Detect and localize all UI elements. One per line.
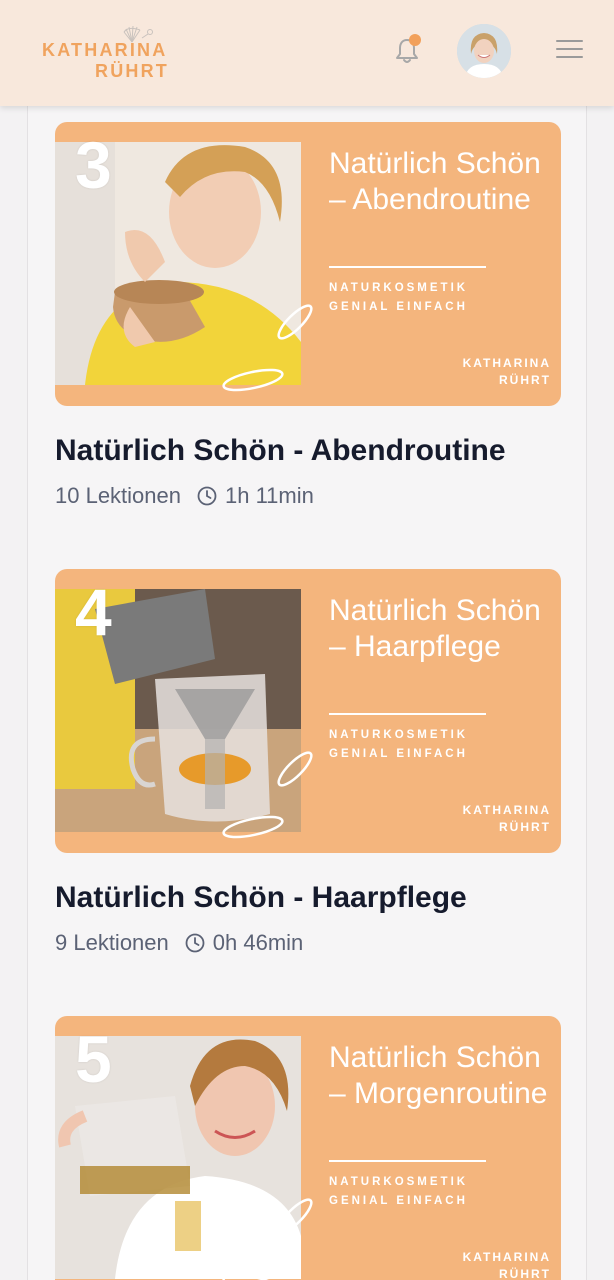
course-title[interactable]: Natürlich Schön - Haarpflege [55,881,467,915]
brand-line2: RÜHRT [499,1267,551,1280]
course-card[interactable]: 3 Natürlich Schön – Abendroutine NATURKO… [55,122,561,508]
course-duration: 1h 11min [225,483,314,508]
clock-icon [185,933,205,953]
course-card[interactable]: 5 Natürlich Schön – Morgenroutine NATURK… [55,1016,561,1280]
course-thumbnail[interactable]: 4 Natürlich Schön – Haarpflege NATURKOSM… [55,569,561,853]
decorative-ovals [222,751,313,839]
brand-line2: RÜHRT [499,373,551,387]
hamburger-menu-icon[interactable] [556,40,583,62]
thumbnail-subtitle-line2: GENIAL EINFACH [329,301,468,313]
divider [329,713,486,715]
brand-mark: KATHARINA RÜHRT [455,801,551,835]
divider [329,1160,486,1162]
course-thumbnail[interactable]: 5 Natürlich Schön – Morgenroutine NATURK… [55,1016,561,1280]
thumbnail-subtitle-line2: GENIAL EINFACH [329,748,468,760]
thumbnail-subtitle: NATURKOSMETIK GENIAL EINFACH [329,1173,468,1211]
course-duration: 0h 46min [212,930,304,955]
course-thumbnail[interactable]: 3 Natürlich Schön – Abendroutine NATURKO… [55,122,561,406]
brand-line1: KATHARINA [462,356,551,370]
thumbnail-subtitle-line1: NATURKOSMETIK [329,282,469,294]
clock-icon [197,486,217,506]
thumbnail-subtitle: NATURKOSMETIK GENIAL EINFACH [329,279,468,317]
course-card[interactable]: 4 Natürlich Schön – Haarpflege NATURKOSM… [55,569,561,955]
thumbnail-title: Natürlich Schön – Haarpflege [329,594,541,663]
course-meta: 9 Lektionen 0h 46min [55,930,303,956]
logo[interactable]: KATHARINA RÜHRT [42,22,172,82]
decorative-ovals [222,1198,313,1280]
thumbnail-subtitle-line1: NATURKOSMETIK [329,1176,469,1188]
thumbnail-subtitle-line2: GENIAL EINFACH [329,1195,468,1207]
brand-line1: KATHARINA [462,803,551,817]
app-header: KATHARINA RÜHRT [0,0,614,106]
avatar[interactable] [457,24,511,78]
thumbnail-subtitle-line1: NATURKOSMETIK [329,729,469,741]
course-list: 3 Natürlich Schön – Abendroutine NATURKO… [27,106,587,1280]
course-meta: 10 Lektionen 1h 11min [55,483,314,509]
logo-text-line2: RÜHRT [95,61,169,81]
thumbnail-title: Natürlich Schön – Morgenroutine [329,1041,548,1110]
brand-mark: KATHARINA RÜHRT [455,1248,551,1280]
brand-line1: KATHARINA [462,1250,551,1264]
brand-mark: KATHARINA RÜHRT [455,354,551,388]
thumbnail-subtitle: NATURKOSMETIK GENIAL EINFACH [329,726,468,764]
lesson-count: 9 Lektionen [55,930,169,955]
course-number: 5 [75,1022,112,1096]
logo-text-line1: KATHARINA [42,40,168,60]
course-number: 3 [75,128,112,202]
course-number: 4 [75,575,112,649]
notification-dot [409,34,421,46]
lesson-count: 10 Lektionen [55,483,181,508]
decorative-ovals [222,304,313,392]
divider [329,266,486,268]
brand-line2: RÜHRT [499,820,551,834]
thumbnail-title: Natürlich Schön – Abendroutine [329,147,541,216]
course-title[interactable]: Natürlich Schön - Abendroutine [55,434,506,468]
